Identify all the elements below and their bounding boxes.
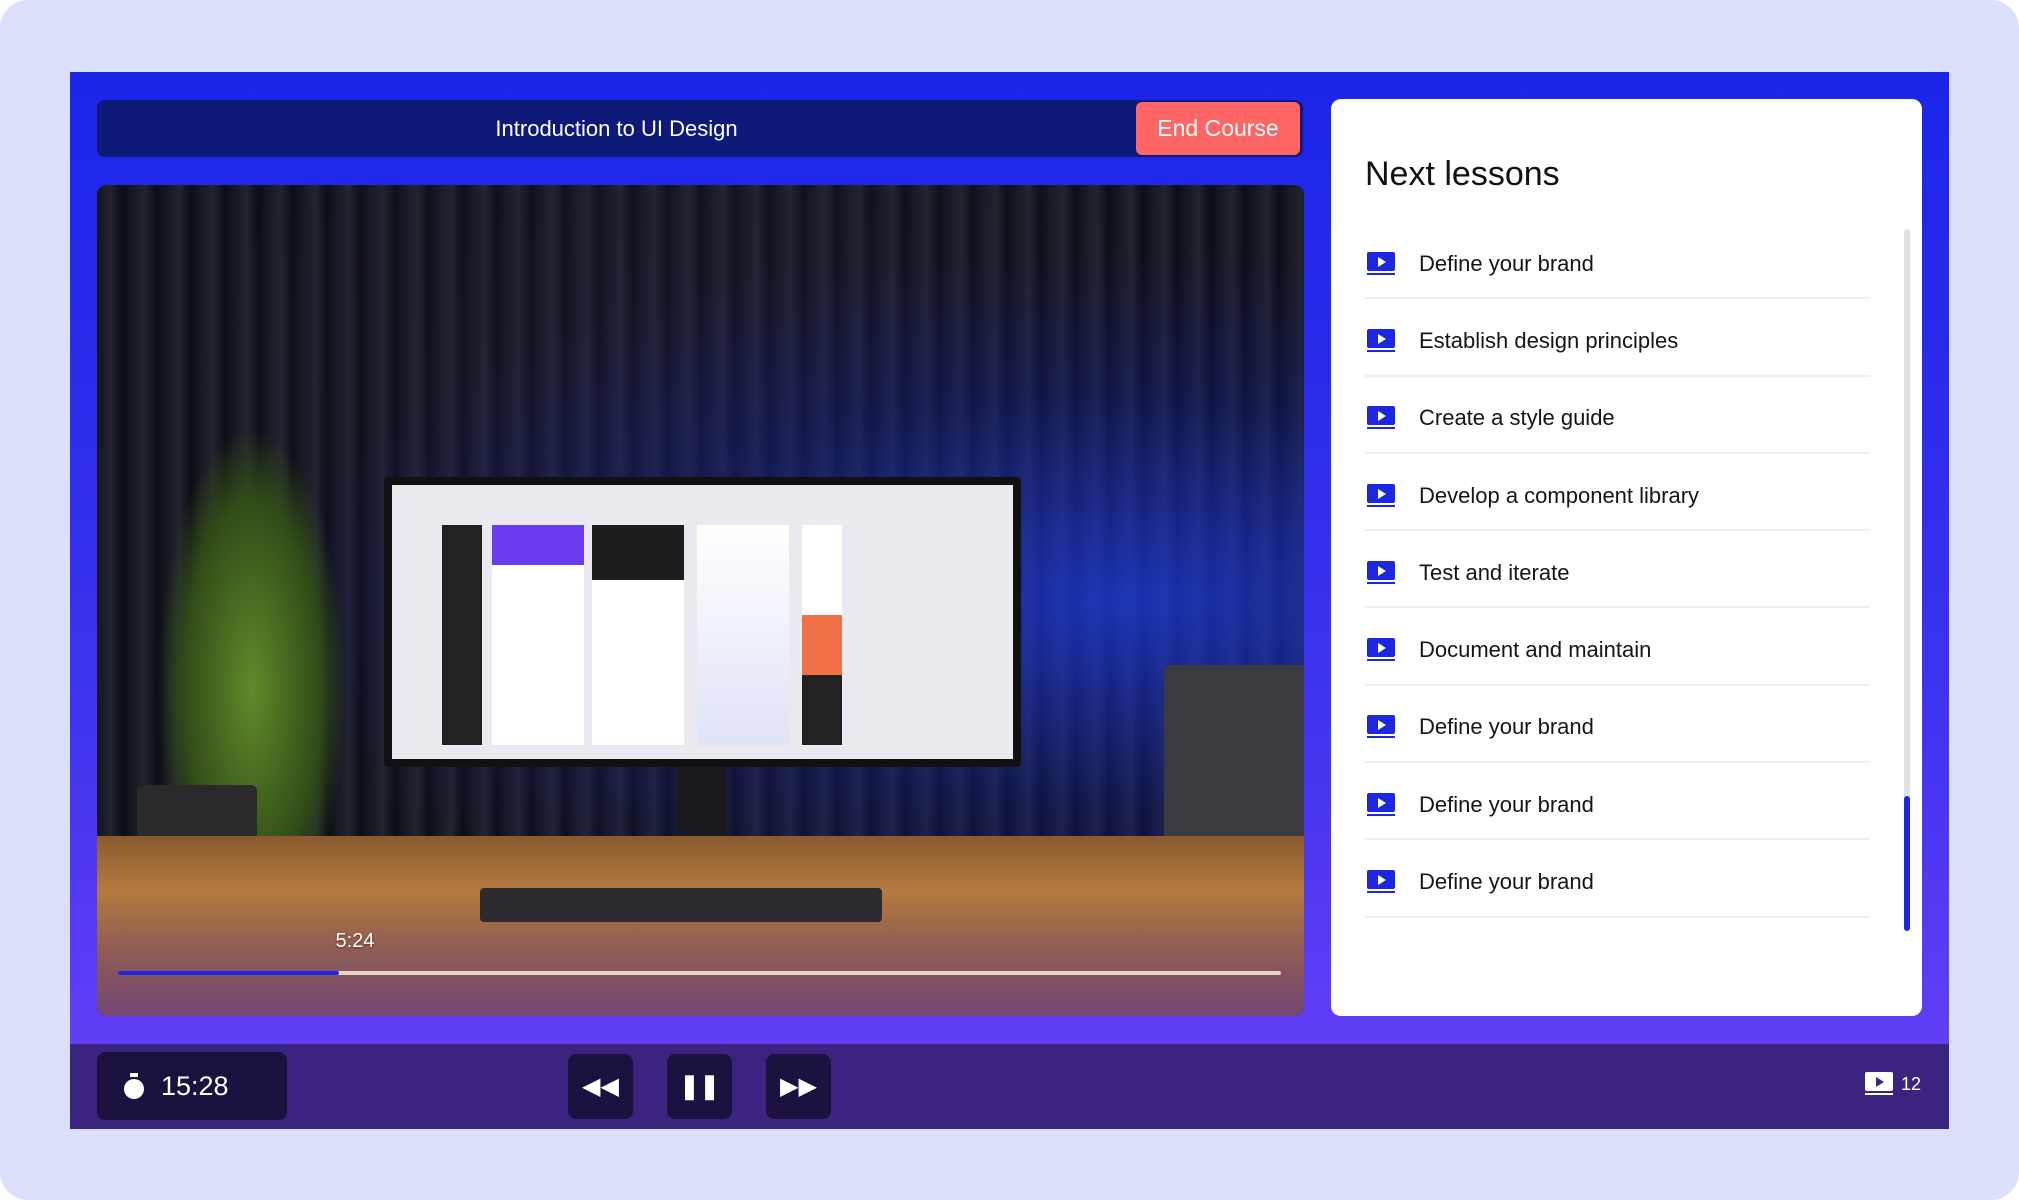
session-timer: 15:28 [97,1052,287,1120]
lesson-item[interactable]: Develop a component library [1365,454,1870,532]
lesson-title: Define your brand [1419,791,1594,817]
play-video-icon [1367,792,1395,817]
play-video-icon [1367,406,1395,430]
lesson-item[interactable]: Document and maintain [1365,608,1870,686]
play-video-icon [1367,328,1395,353]
video-progress-bar[interactable] [118,971,1281,975]
course-player: Introduction to UI Design End Course 5:2… [70,72,1949,1129]
lesson-list: Define your brand Establish design princi… [1365,222,1870,918]
lesson-item[interactable]: Test and iterate [1365,531,1870,609]
player-controls-bar: 15:28 ◀◀ ❚❚ ▶▶ 12 [70,1044,1949,1129]
lesson-title: Define your brand [1419,714,1594,740]
video-frame-screen [392,485,1013,759]
lesson-title: Create a style guide [1419,405,1615,431]
stopwatch-icon [123,1073,145,1099]
lesson-item[interactable]: Define your brand [1365,840,1870,918]
rewind-icon: ◀◀ [582,1073,619,1100]
play-video-icon [1367,715,1395,739]
play-video-icon [1367,483,1395,508]
lesson-title: Define your brand [1419,869,1594,895]
lesson-item[interactable]: Create a style guide [1365,377,1870,454]
video-frame-keyboard [480,888,882,922]
next-lessons-title: Next lessons [1365,155,1560,193]
fast-forward-button[interactable]: ▶▶ [766,1054,831,1119]
timer-value: 15:28 [161,1070,229,1101]
lesson-title: Establish design principles [1419,327,1679,353]
lesson-item[interactable]: Establish design principles [1365,299,1870,377]
play-video-icon [1367,560,1395,585]
lesson-title: Define your brand [1419,250,1594,276]
rewind-button[interactable]: ◀◀ [568,1054,633,1119]
lesson-count-value: 12 [1900,1073,1921,1094]
video-frame-monitor [384,477,1021,767]
fast-forward-icon: ▶▶ [780,1073,817,1100]
video-current-time: 5:24 [335,930,375,952]
lesson-item[interactable]: Define your brand [1365,222,1870,300]
lesson-list-scrollbar[interactable] [1904,229,1910,931]
next-lessons-panel: Next lessons Define your brand Establish … [1331,99,1922,1016]
pause-icon: ❚❚ [679,1073,720,1100]
end-course-button[interactable]: End Course [1136,102,1300,155]
play-video-icon [1367,638,1395,662]
course-header: Introduction to UI Design End Course [97,100,1303,157]
play-video-icon [1367,870,1395,894]
pause-button[interactable]: ❚❚ [667,1054,732,1119]
video-player[interactable]: 5:24 [97,185,1304,1016]
lesson-title: Develop a component library [1419,482,1700,508]
lesson-count: 12 [1864,1072,1921,1096]
course-title: Introduction to UI Design [495,116,738,141]
video-progress-fill [118,971,339,975]
lesson-title: Test and iterate [1419,559,1570,585]
lesson-item[interactable]: Define your brand [1365,763,1870,841]
lesson-item[interactable]: Define your brand [1365,686,1870,764]
video-lesson-icon [1864,1072,1893,1096]
play-video-icon [1367,251,1395,276]
scrollbar-thumb[interactable] [1904,796,1910,931]
lesson-title: Document and maintain [1419,637,1652,663]
